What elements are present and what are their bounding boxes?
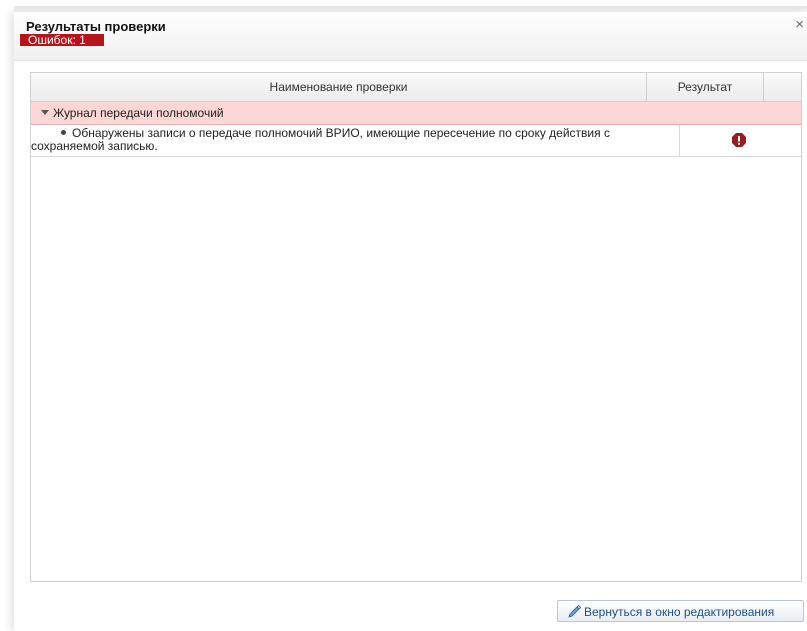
pencil-icon	[568, 604, 582, 621]
close-icon[interactable]: ×	[795, 17, 804, 32]
table-row[interactable]: Обнаружены записи о передаче полномочий …	[31, 125, 801, 157]
check-description-line1: Обнаружены записи о передаче полномочий …	[72, 126, 610, 140]
column-header-result[interactable]: Результат	[647, 73, 764, 101]
expand-arrow-icon[interactable]	[41, 110, 49, 115]
column-header-check-name[interactable]: Наименование проверки	[31, 73, 647, 101]
validation-results-dialog: Результаты проверки × Ошибок: 1 Наименов…	[14, 12, 807, 631]
check-description-line2: сохраняемой записью.	[31, 139, 158, 153]
group-label: Журнал передачи полномочий	[53, 106, 224, 120]
grid-header: Наименование проверки Результат	[31, 73, 801, 102]
column-divider	[679, 125, 680, 156]
error-count-badge: Ошибок: 1	[20, 34, 104, 46]
results-grid: Наименование проверки Результат Журнал п…	[30, 72, 802, 582]
dialog-title: Результаты проверки	[26, 19, 166, 34]
bullet-icon	[61, 130, 66, 135]
error-icon	[732, 133, 746, 150]
return-to-edit-button[interactable]: Вернуться в окно редактирования	[557, 600, 804, 622]
group-row-authority-transfer-log[interactable]: Журнал передачи полномочий	[31, 102, 801, 125]
check-description: Обнаружены записи о передаче полномочий …	[31, 127, 671, 153]
return-to-edit-label: Вернуться в окно редактирования	[584, 605, 775, 619]
column-header-spacer	[764, 73, 801, 101]
dialog-titlebar[interactable]: Результаты проверки × Ошибок: 1	[14, 12, 807, 61]
